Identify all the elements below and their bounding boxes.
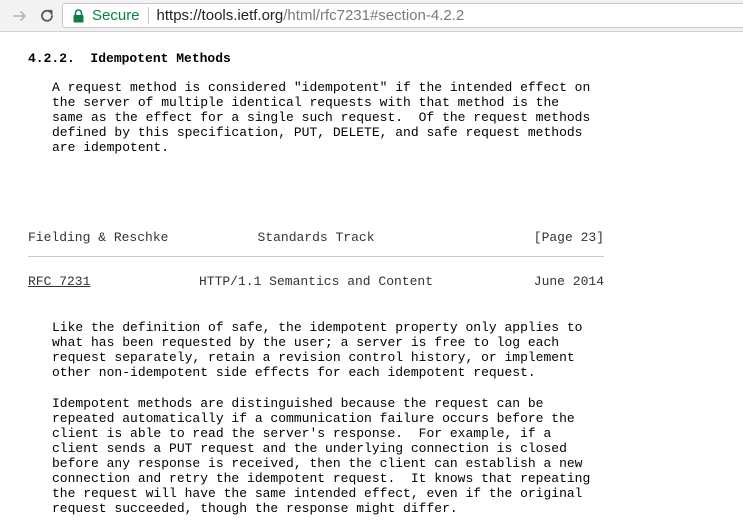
paragraph-idempotent-safe: Like the definition of safe, the idempot… <box>52 320 583 380</box>
header-title: HTTP/1.1 Semantics and Content <box>198 274 434 289</box>
paragraph-idempotent-definition: A request method is considered "idempote… <box>52 80 591 155</box>
header-date: June 2014 <box>533 274 604 289</box>
page-footer: Fielding & Reschke Standards Track [Page… <box>28 230 604 245</box>
url-path: /html/rfc7231#section-4.2.2 <box>283 7 465 24</box>
rfc-document: 4.2.2. Idempotent Methods A request meth… <box>28 32 743 526</box>
page-divider <box>28 256 604 257</box>
address-divider <box>147 7 149 24</box>
browser-toolbar: Secure https://tools.ietf.org/html/rfc72… <box>0 0 743 32</box>
secure-label: Secure <box>92 7 140 24</box>
forward-arrow-icon <box>13 11 26 21</box>
reload-button[interactable] <box>35 4 59 28</box>
forward-button[interactable] <box>8 4 32 28</box>
page-header: RFC 7231 HTTP/1.1 Semantics and Content … <box>28 274 604 289</box>
footer-page-number: [Page 23] <box>533 230 604 245</box>
reload-icon <box>41 9 53 22</box>
url-host: https://tools.ietf.org <box>156 7 284 24</box>
footer-status: Standards Track <box>257 230 375 245</box>
address-bar[interactable]: Secure https://tools.ietf.org/html/rfc72… <box>62 3 743 28</box>
lock-icon <box>73 8 84 23</box>
paragraph-idempotent-retry: Idempotent methods are distinguished bec… <box>52 396 591 516</box>
section-heading: 4.2.2. Idempotent Methods <box>28 51 231 66</box>
